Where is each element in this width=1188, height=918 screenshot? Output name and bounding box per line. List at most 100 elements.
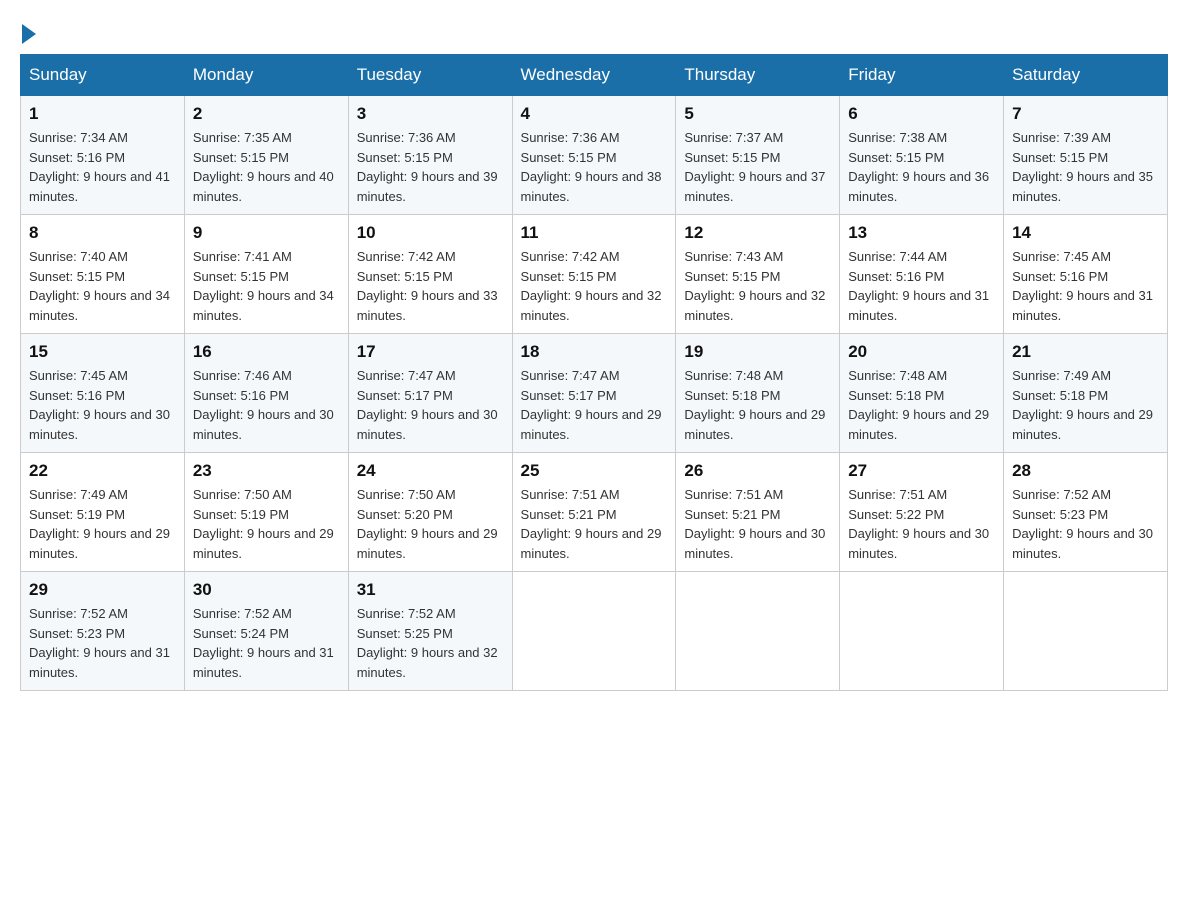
calendar-week-1: 1 Sunrise: 7:34 AMSunset: 5:16 PMDaylight… xyxy=(21,96,1168,215)
day-info: Sunrise: 7:48 AMSunset: 5:18 PMDaylight:… xyxy=(684,366,831,444)
calendar-cell: 30Sunrise: 7:52 AMSunset: 5:24 PMDayligh… xyxy=(184,572,348,691)
calendar-cell: 13 Sunrise: 7:44 AMSunset: 5:16 PMDayligh… xyxy=(840,215,1004,334)
day-info: Sunrise: 7:45 AMSunset: 5:16 PMDaylight:… xyxy=(1012,247,1159,325)
weekday-header-thursday: Thursday xyxy=(676,55,840,96)
calendar-cell: 11 Sunrise: 7:42 AMSunset: 5:15 PMDayligh… xyxy=(512,215,676,334)
day-number: 7 xyxy=(1012,104,1159,124)
day-info: Sunrise: 7:51 AMSunset: 5:21 PMDaylight:… xyxy=(684,485,831,563)
day-info: Sunrise: 7:49 AMSunset: 5:18 PMDaylight:… xyxy=(1012,366,1159,444)
weekday-header-saturday: Saturday xyxy=(1004,55,1168,96)
calendar-header: SundayMondayTuesdayWednesdayThursdayFrid… xyxy=(21,55,1168,96)
day-number: 22 xyxy=(29,461,176,481)
calendar-cell: 26 Sunrise: 7:51 AMSunset: 5:21 PMDayligh… xyxy=(676,453,840,572)
calendar-cell: 31 Sunrise: 7:52 AMSunset: 5:25 PMDayligh… xyxy=(348,572,512,691)
calendar-cell: 14 Sunrise: 7:45 AMSunset: 5:16 PMDayligh… xyxy=(1004,215,1168,334)
calendar-cell xyxy=(512,572,676,691)
day-info: Sunrise: 7:51 AMSunset: 5:22 PMDaylight:… xyxy=(848,485,995,563)
day-number: 2 xyxy=(193,104,340,124)
calendar-cell: 23 Sunrise: 7:50 AMSunset: 5:19 PMDayligh… xyxy=(184,453,348,572)
day-number: 29 xyxy=(29,580,176,600)
calendar-cell: 7 Sunrise: 7:39 AMSunset: 5:15 PMDaylight… xyxy=(1004,96,1168,215)
day-number: 24 xyxy=(357,461,504,481)
weekday-header-row: SundayMondayTuesdayWednesdayThursdayFrid… xyxy=(21,55,1168,96)
calendar-cell xyxy=(676,572,840,691)
day-number: 6 xyxy=(848,104,995,124)
calendar-cell: 22 Sunrise: 7:49 AMSunset: 5:19 PMDayligh… xyxy=(21,453,185,572)
logo-arrow-icon xyxy=(22,24,36,44)
day-info: Sunrise: 7:36 AMSunset: 5:15 PMDaylight:… xyxy=(357,128,504,206)
calendar-cell: 1 Sunrise: 7:34 AMSunset: 5:16 PMDaylight… xyxy=(21,96,185,215)
day-number: 18 xyxy=(521,342,668,362)
day-info: Sunrise: 7:38 AMSunset: 5:15 PMDaylight:… xyxy=(848,128,995,206)
day-number: 21 xyxy=(1012,342,1159,362)
day-number: 1 xyxy=(29,104,176,124)
calendar-cell: 12 Sunrise: 7:43 AMSunset: 5:15 PMDayligh… xyxy=(676,215,840,334)
day-info: Sunrise: 7:34 AMSunset: 5:16 PMDaylight:… xyxy=(29,128,176,206)
calendar-cell: 9Sunrise: 7:41 AMSunset: 5:15 PMDaylight… xyxy=(184,215,348,334)
day-number: 30 xyxy=(193,580,340,600)
calendar-week-5: 29 Sunrise: 7:52 AMSunset: 5:23 PMDayligh… xyxy=(21,572,1168,691)
day-info: Sunrise: 7:52 AMSunset: 5:25 PMDaylight:… xyxy=(357,604,504,682)
day-number: 23 xyxy=(193,461,340,481)
day-number: 14 xyxy=(1012,223,1159,243)
day-info: Sunrise: 7:51 AMSunset: 5:21 PMDaylight:… xyxy=(521,485,668,563)
day-info: Sunrise: 7:52 AMSunset: 5:23 PMDaylight:… xyxy=(1012,485,1159,563)
calendar-table: SundayMondayTuesdayWednesdayThursdayFrid… xyxy=(20,54,1168,691)
day-info: Sunrise: 7:49 AMSunset: 5:19 PMDaylight:… xyxy=(29,485,176,563)
day-number: 12 xyxy=(684,223,831,243)
day-info: Sunrise: 7:40 AMSunset: 5:15 PMDaylight:… xyxy=(29,247,176,325)
day-info: Sunrise: 7:39 AMSunset: 5:15 PMDaylight:… xyxy=(1012,128,1159,206)
day-info: Sunrise: 7:44 AMSunset: 5:16 PMDaylight:… xyxy=(848,247,995,325)
calendar-cell: 17Sunrise: 7:47 AMSunset: 5:17 PMDayligh… xyxy=(348,334,512,453)
day-number: 5 xyxy=(684,104,831,124)
day-number: 3 xyxy=(357,104,504,124)
day-number: 27 xyxy=(848,461,995,481)
calendar-cell: 2 Sunrise: 7:35 AMSunset: 5:15 PMDaylight… xyxy=(184,96,348,215)
day-info: Sunrise: 7:36 AMSunset: 5:15 PMDaylight:… xyxy=(521,128,668,206)
calendar-cell: 29 Sunrise: 7:52 AMSunset: 5:23 PMDayligh… xyxy=(21,572,185,691)
day-number: 17 xyxy=(357,342,504,362)
calendar-cell xyxy=(1004,572,1168,691)
calendar-body: 1 Sunrise: 7:34 AMSunset: 5:16 PMDaylight… xyxy=(21,96,1168,691)
weekday-header-sunday: Sunday xyxy=(21,55,185,96)
calendar-cell: 5 Sunrise: 7:37 AMSunset: 5:15 PMDaylight… xyxy=(676,96,840,215)
calendar-cell: 6 Sunrise: 7:38 AMSunset: 5:15 PMDaylight… xyxy=(840,96,1004,215)
weekday-header-monday: Monday xyxy=(184,55,348,96)
day-number: 31 xyxy=(357,580,504,600)
logo xyxy=(20,20,40,44)
day-number: 28 xyxy=(1012,461,1159,481)
calendar-cell: 25 Sunrise: 7:51 AMSunset: 5:21 PMDayligh… xyxy=(512,453,676,572)
day-info: Sunrise: 7:48 AMSunset: 5:18 PMDaylight:… xyxy=(848,366,995,444)
day-info: Sunrise: 7:52 AMSunset: 5:23 PMDaylight:… xyxy=(29,604,176,682)
page-header xyxy=(20,20,1168,44)
calendar-cell: 4 Sunrise: 7:36 AMSunset: 5:15 PMDaylight… xyxy=(512,96,676,215)
day-number: 25 xyxy=(521,461,668,481)
day-number: 8 xyxy=(29,223,176,243)
calendar-cell: 19 Sunrise: 7:48 AMSunset: 5:18 PMDayligh… xyxy=(676,334,840,453)
calendar-cell: 28 Sunrise: 7:52 AMSunset: 5:23 PMDayligh… xyxy=(1004,453,1168,572)
day-info: Sunrise: 7:35 AMSunset: 5:15 PMDaylight:… xyxy=(193,128,340,206)
calendar-cell: 16Sunrise: 7:46 AMSunset: 5:16 PMDayligh… xyxy=(184,334,348,453)
calendar-week-4: 22 Sunrise: 7:49 AMSunset: 5:19 PMDayligh… xyxy=(21,453,1168,572)
day-number: 13 xyxy=(848,223,995,243)
day-number: 15 xyxy=(29,342,176,362)
day-info: Sunrise: 7:42 AMSunset: 5:15 PMDaylight:… xyxy=(357,247,504,325)
calendar-cell: 20Sunrise: 7:48 AMSunset: 5:18 PMDayligh… xyxy=(840,334,1004,453)
calendar-cell: 15 Sunrise: 7:45 AMSunset: 5:16 PMDayligh… xyxy=(21,334,185,453)
day-number: 9 xyxy=(193,223,340,243)
day-number: 26 xyxy=(684,461,831,481)
day-number: 19 xyxy=(684,342,831,362)
day-number: 4 xyxy=(521,104,668,124)
day-info: Sunrise: 7:42 AMSunset: 5:15 PMDaylight:… xyxy=(521,247,668,325)
day-number: 10 xyxy=(357,223,504,243)
weekday-header-tuesday: Tuesday xyxy=(348,55,512,96)
calendar-cell: 24Sunrise: 7:50 AMSunset: 5:20 PMDayligh… xyxy=(348,453,512,572)
day-info: Sunrise: 7:37 AMSunset: 5:15 PMDaylight:… xyxy=(684,128,831,206)
day-info: Sunrise: 7:45 AMSunset: 5:16 PMDaylight:… xyxy=(29,366,176,444)
day-info: Sunrise: 7:50 AMSunset: 5:19 PMDaylight:… xyxy=(193,485,340,563)
day-info: Sunrise: 7:46 AMSunset: 5:16 PMDaylight:… xyxy=(193,366,340,444)
day-number: 11 xyxy=(521,223,668,243)
calendar-week-2: 8 Sunrise: 7:40 AMSunset: 5:15 PMDaylight… xyxy=(21,215,1168,334)
day-info: Sunrise: 7:43 AMSunset: 5:15 PMDaylight:… xyxy=(684,247,831,325)
calendar-cell: 21 Sunrise: 7:49 AMSunset: 5:18 PMDayligh… xyxy=(1004,334,1168,453)
